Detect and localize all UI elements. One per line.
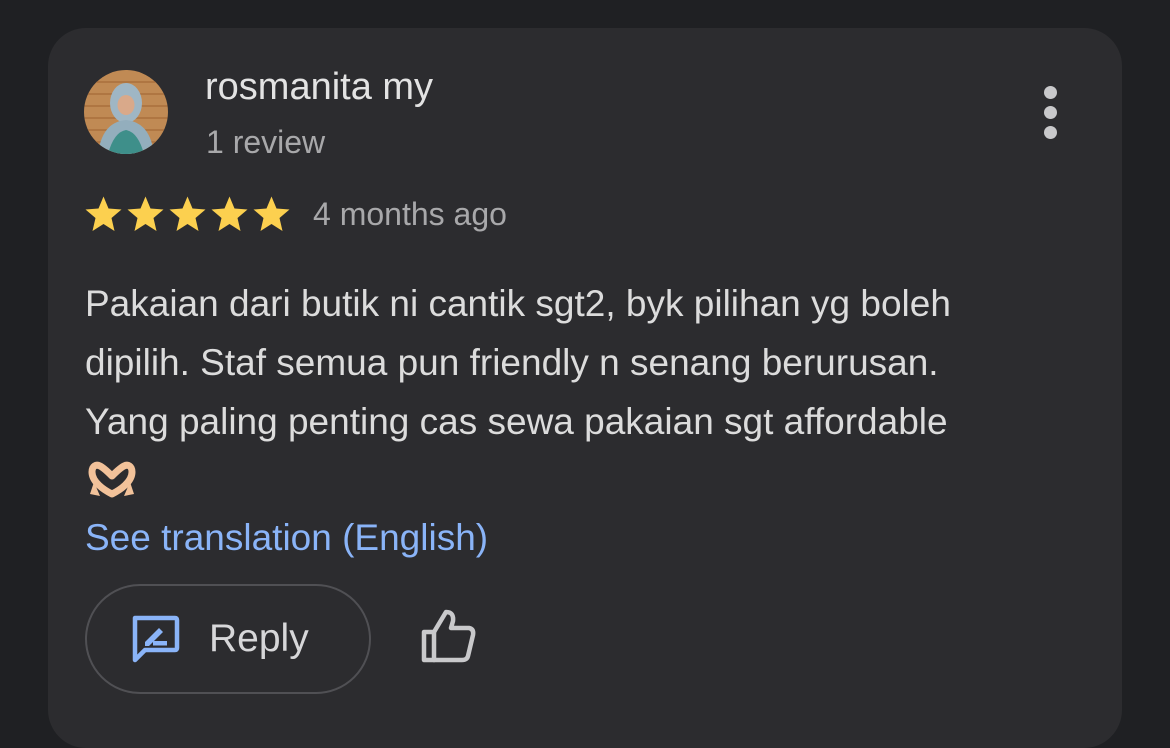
review-text-line: Pakaian dari butik ni cantik sgt2, byk p…: [85, 283, 951, 324]
review-text-line: dipilih. Staf semua pun friendly n senan…: [85, 342, 939, 383]
star-rating: [84, 195, 291, 233]
more-vert-icon: [1043, 85, 1057, 99]
reply-button[interactable]: Reply: [85, 584, 371, 694]
star-icon: [253, 196, 290, 231]
review-text: Pakaian dari butik ni cantik sgt2, byk p…: [85, 274, 1095, 451]
star-icon: [127, 196, 164, 231]
thumbs-up-icon[interactable]: [416, 604, 480, 668]
author-name[interactable]: rosmanita my: [205, 64, 433, 110]
star-icon: [169, 196, 206, 231]
review-count: 1 review: [206, 124, 326, 160]
star-icon: [211, 196, 248, 231]
rate-review-icon: [132, 615, 180, 663]
see-translation-link[interactable]: See translation (English): [85, 514, 488, 562]
heart-hands-emoji-icon: [86, 460, 138, 500]
more-options-button[interactable]: [1026, 80, 1074, 144]
star-icon: [85, 196, 122, 231]
review-time: 4 months ago: [313, 196, 507, 232]
avatar[interactable]: [84, 70, 168, 154]
review-text-line: Yang paling penting cas sewa pakaian sgt…: [85, 401, 948, 442]
reply-label: Reply: [209, 617, 309, 660]
